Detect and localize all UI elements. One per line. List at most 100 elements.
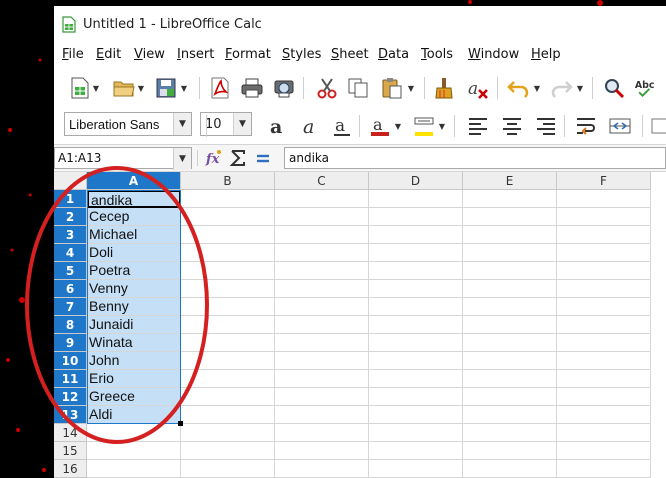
cell-e6[interactable] (463, 280, 557, 298)
cell-c15[interactable] (275, 442, 369, 460)
cell-a14[interactable] (87, 424, 181, 442)
cell-b5[interactable] (181, 262, 275, 280)
row-header-6[interactable]: 6 (54, 280, 87, 298)
name-box[interactable]: A1:A13 ▼ (54, 147, 192, 170)
cell-b1[interactable] (181, 190, 275, 208)
cell-f9[interactable] (557, 334, 651, 352)
bold-icon[interactable]: a (266, 114, 290, 138)
cell-a8[interactable]: Junaidi (87, 316, 181, 334)
menu-insert[interactable]: Insert (177, 47, 214, 62)
row-header-13[interactable]: 13 (54, 406, 87, 424)
italic-icon[interactable]: a (298, 114, 322, 138)
cell-b12[interactable] (181, 388, 275, 406)
menu-edit[interactable]: Edit (96, 47, 121, 62)
font-color-icon[interactable]: a (368, 114, 392, 138)
cell-a7[interactable]: Benny (87, 298, 181, 316)
row-header-10[interactable]: 10 (54, 352, 87, 370)
row-header-12[interactable]: 12 (54, 388, 87, 406)
cell-b10[interactable] (181, 352, 275, 370)
cell-e1[interactable] (463, 190, 557, 208)
cell-d16[interactable] (369, 460, 463, 478)
cell-b14[interactable] (181, 424, 275, 442)
function-wizard-icon[interactable]: fx (204, 148, 224, 168)
cell-c12[interactable] (275, 388, 369, 406)
cell-f8[interactable] (557, 316, 651, 334)
export-pdf-icon[interactable] (208, 76, 232, 100)
cell-d4[interactable] (369, 244, 463, 262)
cell-a5[interactable]: Poetra (87, 262, 181, 280)
open-folder-icon[interactable] (112, 76, 136, 100)
cell-b4[interactable] (181, 244, 275, 262)
cell-d13[interactable] (369, 406, 463, 424)
menu-view[interactable]: View (134, 47, 165, 62)
menu-sheet[interactable]: Sheet (331, 47, 369, 62)
cell-d8[interactable] (369, 316, 463, 334)
formula-input[interactable]: andika (284, 147, 666, 169)
clear-formatting-icon[interactable]: a (466, 76, 490, 100)
row-header-16[interactable]: 16 (54, 460, 87, 478)
print-preview-icon[interactable] (272, 76, 296, 100)
save-icon[interactable] (154, 76, 178, 100)
cell-c10[interactable] (275, 352, 369, 370)
cell-a15[interactable] (87, 442, 181, 460)
menu-file[interactable]: File (62, 47, 84, 62)
cell-c13[interactable] (275, 406, 369, 424)
name-box-dropdown-icon[interactable]: ▼ (173, 148, 191, 170)
cell-e10[interactable] (463, 352, 557, 370)
cell-c1[interactable] (275, 190, 369, 208)
cell-f7[interactable] (557, 298, 651, 316)
cell-e4[interactable] (463, 244, 557, 262)
cell-b13[interactable] (181, 406, 275, 424)
menu-data[interactable]: Data (378, 47, 409, 62)
cell-a11[interactable]: Erio (87, 370, 181, 388)
select-all-corner[interactable] (54, 172, 87, 190)
cell-d1[interactable] (369, 190, 463, 208)
cell-e16[interactable] (463, 460, 557, 478)
menu-window[interactable]: Window (468, 47, 519, 62)
column-header-c[interactable]: C (275, 172, 369, 190)
cell-a12[interactable]: Greece (87, 388, 181, 406)
row-header-14[interactable]: 14 (54, 424, 87, 442)
copy-icon[interactable] (346, 76, 370, 100)
formula-icon[interactable] (254, 148, 272, 168)
open-dropdown-icon[interactable]: ▼ (137, 76, 145, 100)
cell-a16[interactable] (87, 460, 181, 478)
cell-e3[interactable] (463, 226, 557, 244)
cell-b3[interactable] (181, 226, 275, 244)
cell-f5[interactable] (557, 262, 651, 280)
cell-c6[interactable] (275, 280, 369, 298)
row-header-4[interactable]: 4 (54, 244, 87, 262)
cell-c4[interactable] (275, 244, 369, 262)
paste-icon[interactable] (380, 76, 404, 100)
cell-b8[interactable] (181, 316, 275, 334)
cell-d15[interactable] (369, 442, 463, 460)
cell-d5[interactable] (369, 262, 463, 280)
column-header-a[interactable]: A (87, 172, 181, 190)
menu-format[interactable]: Format (225, 47, 271, 62)
cell-f2[interactable] (557, 208, 651, 226)
save-dropdown-icon[interactable]: ▼ (180, 76, 188, 100)
row-header-3[interactable]: 3 (54, 226, 87, 244)
cell-e2[interactable] (463, 208, 557, 226)
cell-f12[interactable] (557, 388, 651, 406)
align-right-icon[interactable] (534, 114, 558, 138)
column-header-e[interactable]: E (463, 172, 557, 190)
cell-a6[interactable]: Venny (87, 280, 181, 298)
redo-dropdown-icon[interactable]: ▼ (576, 76, 584, 100)
cell-d10[interactable] (369, 352, 463, 370)
cell-c7[interactable] (275, 298, 369, 316)
cell-d9[interactable] (369, 334, 463, 352)
highlight-dropdown-icon[interactable]: ▼ (438, 114, 446, 138)
cell-a2[interactable]: Cecep (87, 208, 181, 226)
cell-e11[interactable] (463, 370, 557, 388)
row-header-11[interactable]: 11 (54, 370, 87, 388)
row-header-9[interactable]: 9 (54, 334, 87, 352)
cell-e13[interactable] (463, 406, 557, 424)
row-header-8[interactable]: 8 (54, 316, 87, 334)
cell-b15[interactable] (181, 442, 275, 460)
new-dropdown-icon[interactable]: ▼ (92, 76, 100, 100)
cell-d2[interactable] (369, 208, 463, 226)
cell-e12[interactable] (463, 388, 557, 406)
cell-d6[interactable] (369, 280, 463, 298)
cell-d12[interactable] (369, 388, 463, 406)
